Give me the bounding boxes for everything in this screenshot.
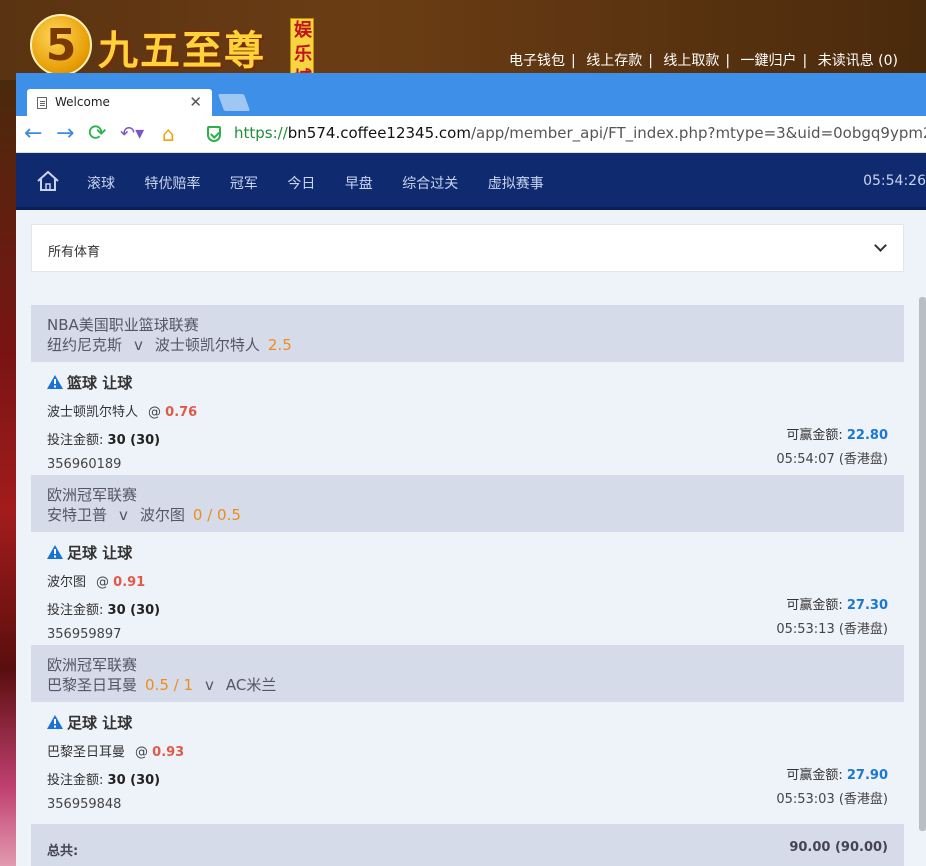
- total-value: 90.00 (90.00): [789, 840, 888, 855]
- match-teams: 巴黎圣日耳曼 0.5 / 1 v AC米兰: [47, 676, 277, 694]
- league-header: NBA美国职业篮球联赛 纽约尼克斯 v 波士顿凯尔特人 2.5: [31, 305, 904, 362]
- chevron-down-icon: [874, 239, 887, 252]
- browser-window: Welcome ✕ ← → ⟳ ↶▾ ⌂ https://bn574.coffe…: [16, 73, 926, 866]
- ticket-number: 356960189: [47, 457, 122, 472]
- link-e-wallet[interactable]: 电子钱包: [509, 53, 565, 69]
- nav-outright[interactable]: 冠军: [230, 176, 258, 192]
- top-links: 电子钱包 | 线上存款 | 线上取款 | 一鍵归户 | 未读讯息 (0): [509, 53, 898, 69]
- sport-filter-value: 所有体育: [48, 245, 101, 260]
- link-withdraw[interactable]: 线上取款: [663, 53, 719, 69]
- stake: 投注金额: 30 (30): [47, 433, 161, 448]
- site-header: 5 九五至尊 娱乐城 电子钱包| 线上存款| 线上取款| 一鍵归户| 未读讯息 …: [0, 0, 926, 89]
- handicap-line: 0.5 / 1: [145, 676, 194, 694]
- bet-time: 05:53:03 (香港盘): [776, 792, 888, 807]
- close-icon[interactable]: ✕: [189, 93, 202, 111]
- nav-early[interactable]: 早盘: [345, 176, 373, 192]
- sports-nav: 滚球 特优赔率 冠军 今日 早盘 综合过关 虚拟赛事 05:54:26: [16, 153, 926, 210]
- handicap-line: 0 / 0.5: [192, 506, 241, 524]
- scrollbar[interactable]: [919, 297, 926, 831]
- site-side-decoration: [0, 80, 16, 866]
- page-icon: [37, 97, 47, 109]
- league-name: 欧洲冠军联赛: [47, 486, 138, 504]
- warning-icon: [47, 545, 63, 559]
- bet-item: 足球 让球 巴黎圣日耳曼 @ 0.93 投注金额: 30 (30) 可赢金额: 2…: [31, 702, 904, 815]
- link-deposit[interactable]: 线上存款: [586, 53, 642, 69]
- league-name: NBA美国职业篮球联赛: [47, 316, 199, 334]
- undo-icon[interactable]: ↶▾: [120, 122, 144, 146]
- ticket-number: 356959848: [47, 797, 122, 812]
- link-unread-messages[interactable]: 未读讯息 (0): [818, 53, 898, 69]
- site-logo-icon[interactable]: 5: [30, 14, 92, 76]
- back-icon[interactable]: ←: [24, 122, 42, 146]
- tab-title: Welcome: [55, 95, 110, 109]
- bet-type: 篮球 让球: [47, 372, 888, 392]
- bet-item: 足球 让球 波尔图 @ 0.91 投注金额: 30 (30) 可赢金额: 27.3…: [31, 532, 904, 645]
- nav-today[interactable]: 今日: [287, 176, 315, 192]
- bet-pick: 波尔图 @ 0.91: [47, 575, 146, 590]
- nav-live[interactable]: 滚球: [87, 176, 115, 192]
- forward-icon[interactable]: →: [56, 122, 74, 146]
- warning-icon: [47, 375, 63, 389]
- tab-bar: Welcome ✕: [16, 73, 926, 116]
- bet-time: 05:53:13 (香港盘): [776, 622, 888, 637]
- home-icon[interactable]: [36, 170, 60, 192]
- scrollbar-thumb[interactable]: [919, 297, 926, 831]
- url-field[interactable]: https://bn574.coffee12345.com/app/member…: [234, 124, 926, 142]
- bet-item: 篮球 让球 波士顿凯尔特人 @ 0.76 投注金额: 30 (30) 可赢金额: …: [31, 362, 904, 475]
- bet-time: 05:54:07 (香港盘): [776, 452, 888, 467]
- reload-icon[interactable]: ⟳: [88, 122, 106, 146]
- nav-virtual[interactable]: 虚拟赛事: [488, 176, 544, 192]
- ticket-number: 356959897: [47, 627, 122, 642]
- tab-welcome[interactable]: Welcome ✕: [27, 89, 212, 116]
- potential-win: 可赢金额: 27.30: [786, 598, 888, 613]
- potential-win: 可赢金额: 22.80: [786, 428, 888, 443]
- bet-list: NBA美国职业篮球联赛 纽约尼克斯 v 波士顿凯尔特人 2.5 篮球 让球 波士顿凯尔…: [31, 305, 904, 815]
- handicap-line: 2.5: [267, 336, 292, 354]
- site-logo-text: 九五至尊: [98, 27, 266, 74]
- league-header: 欧洲冠军联赛 巴黎圣日耳曼 0.5 / 1 v AC米兰: [31, 645, 904, 702]
- odds-value: 0.76: [165, 405, 198, 420]
- match-teams: 安特卫普 v 波尔图 0 / 0.5: [47, 506, 241, 524]
- stake: 投注金额: 30 (30): [47, 603, 161, 618]
- bet-type: 足球 让球: [47, 542, 888, 562]
- bet-type: 足球 让球: [47, 712, 888, 732]
- sport-filter-dropdown[interactable]: 所有体育: [31, 224, 904, 272]
- link-consolidate[interactable]: 一鍵归户: [741, 53, 797, 69]
- potential-win: 可赢金额: 27.90: [786, 768, 888, 783]
- total-label: 总共:: [47, 844, 79, 859]
- home-icon[interactable]: ⌂: [162, 122, 175, 146]
- nav-parlay[interactable]: 综合过关: [402, 176, 458, 192]
- new-tab-button[interactable]: [217, 94, 251, 111]
- odds-value: 0.91: [113, 575, 146, 590]
- league-name: 欧洲冠军联赛: [47, 656, 138, 674]
- address-bar: ← → ⟳ ↶▾ ⌂ https://bn574.coffee12345.com…: [16, 116, 926, 153]
- odds-value: 0.93: [152, 745, 185, 760]
- match-teams: 纽约尼克斯 v 波士顿凯尔特人 2.5: [47, 336, 292, 354]
- stake: 投注金额: 30 (30): [47, 773, 161, 788]
- league-header: 欧洲冠军联赛 安特卫普 v 波尔图 0 / 0.5: [31, 475, 904, 532]
- total-row: 总共: 90.00 (90.00): [31, 824, 904, 866]
- nav-special-odds[interactable]: 特优赔率: [144, 176, 200, 192]
- bet-pick: 巴黎圣日耳曼 @ 0.93: [47, 745, 185, 760]
- site-logo-tag: 娱乐城: [290, 18, 314, 89]
- bet-pick: 波士顿凯尔特人 @ 0.76: [47, 405, 198, 420]
- secure-shield-icon: [207, 126, 221, 142]
- warning-icon: [47, 715, 63, 729]
- clock: 05:54:26: [863, 173, 926, 189]
